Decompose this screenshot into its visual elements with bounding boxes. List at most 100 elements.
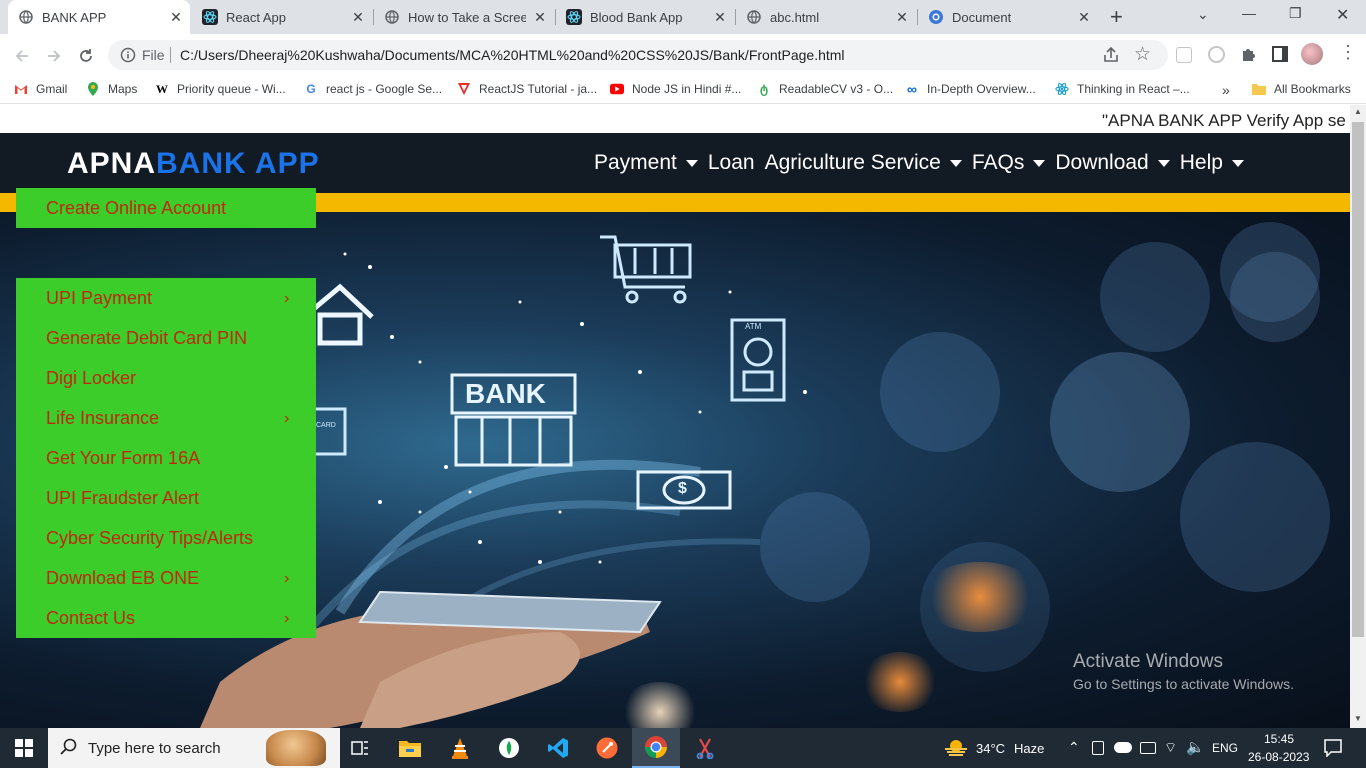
bookmark-node-js-hindi[interactable]: Node JS in Hindi #... bbox=[610, 82, 741, 96]
info-icon[interactable] bbox=[120, 47, 136, 68]
new-tab-button[interactable]: + bbox=[1110, 4, 1123, 30]
back-button[interactable] bbox=[11, 45, 33, 67]
bank-sign-text: BANK bbox=[465, 378, 546, 409]
extension-icon[interactable] bbox=[1176, 47, 1192, 63]
start-button[interactable] bbox=[0, 728, 48, 768]
bookmark-react-google-search[interactable]: Greact js - Google Se... bbox=[304, 82, 442, 96]
scrollbar-thumb[interactable] bbox=[1352, 122, 1364, 637]
nav-loan[interactable]: Loan bbox=[708, 151, 755, 175]
brand-logo[interactable]: APNABANK APP bbox=[67, 147, 320, 181]
brand-part1: APNA bbox=[67, 147, 157, 180]
folder-icon bbox=[1252, 82, 1266, 96]
reload-button[interactable] bbox=[75, 45, 97, 67]
clock-date[interactable]: 26-08-2023 bbox=[1248, 750, 1309, 764]
bookmark-thinking-in-react[interactable]: Thinking in React –... bbox=[1055, 82, 1190, 96]
close-window-button[interactable]: ✕ bbox=[1336, 5, 1349, 25]
scheme-label: File bbox=[142, 47, 165, 63]
all-bookmarks-button[interactable]: All Bookmarks bbox=[1252, 82, 1351, 96]
file-explorer-button[interactable] bbox=[394, 728, 426, 768]
tab-abc-html[interactable]: abc.html ✕ bbox=[736, 0, 916, 34]
clock-time[interactable]: 15:45 bbox=[1264, 732, 1294, 746]
google-icon: G bbox=[306, 82, 316, 96]
vscode-button[interactable] bbox=[542, 728, 574, 768]
chrome-button[interactable] bbox=[632, 728, 680, 768]
windows-logo-icon bbox=[15, 739, 33, 757]
chrome-icon bbox=[645, 736, 667, 758]
close-tab-icon[interactable]: ✕ bbox=[1076, 9, 1092, 26]
readablecv-icon: ტ bbox=[760, 82, 768, 96]
onedrive-cloud-icon[interactable] bbox=[1114, 742, 1132, 753]
close-tab-icon[interactable]: ✕ bbox=[532, 9, 548, 26]
close-tab-icon[interactable]: ✕ bbox=[712, 9, 728, 26]
bookmark-gmail[interactable]: Gmail bbox=[14, 82, 67, 96]
weather-description[interactable]: Haze bbox=[1014, 741, 1044, 756]
nav-download[interactable]: Download bbox=[1055, 151, 1170, 175]
nav-faqs[interactable]: FAQs bbox=[972, 151, 1046, 175]
bookmark-maps[interactable]: Maps bbox=[86, 82, 137, 96]
snipping-tool-icon bbox=[696, 738, 714, 759]
close-tab-icon[interactable]: ✕ bbox=[350, 9, 366, 26]
language-indicator[interactable]: ENG bbox=[1212, 741, 1238, 755]
extensions-puzzle-icon[interactable] bbox=[1240, 45, 1258, 68]
nav-payment[interactable]: Payment bbox=[594, 151, 698, 175]
vscode-icon bbox=[548, 738, 568, 758]
postman-button[interactable] bbox=[591, 728, 623, 768]
bookmark-star-icon[interactable]: ☆ bbox=[1134, 43, 1151, 66]
tab-title: How to Take a Screens bbox=[408, 9, 526, 25]
maximize-button[interactable]: ❐ bbox=[1289, 5, 1302, 22]
globe-icon bbox=[384, 9, 400, 25]
bookmarks-bar: Gmail Maps W Priority queue - Wi... Greac… bbox=[0, 76, 1366, 104]
weather-haze-icon[interactable] bbox=[944, 739, 968, 762]
minimize-button[interactable]: — bbox=[1242, 5, 1256, 21]
create-online-account-link[interactable]: Create Online Account bbox=[46, 198, 226, 219]
battery-icon[interactable] bbox=[1140, 742, 1156, 754]
kebab-menu-icon[interactable]: ⋮ bbox=[1339, 42, 1357, 63]
url-text[interactable]: C:/Users/Dheeraj%20Kushwaha/Documents/MC… bbox=[180, 47, 845, 63]
globe-icon bbox=[18, 9, 34, 25]
browser-tab-strip: BANK APP ✕ React App ✕ How to Take a Scr… bbox=[0, 0, 1366, 34]
bookmark-reactjs-tutorial[interactable]: ReactJS Tutorial - ja... bbox=[457, 82, 597, 96]
bookmarks-overflow-button[interactable]: » bbox=[1222, 82, 1230, 98]
search-placeholder: Type here to search bbox=[88, 740, 221, 757]
wifi-icon[interactable]: ⌔ bbox=[1164, 739, 1177, 757]
scroll-down-arrow-icon[interactable]: ▼ bbox=[1354, 714, 1362, 723]
close-tab-icon[interactable]: ✕ bbox=[168, 9, 184, 26]
device-icon[interactable] bbox=[1092, 741, 1104, 755]
profile-avatar[interactable] bbox=[1301, 43, 1323, 65]
side-panel-icon[interactable] bbox=[1272, 46, 1288, 62]
tab-search-icon[interactable]: ⌄ bbox=[1197, 6, 1209, 23]
bookmark-readablecv[interactable]: ტ ReadableCV v3 - O... bbox=[757, 82, 893, 96]
address-bar[interactable]: File C:/Users/Dheeraj%20Kushwaha/Documen… bbox=[108, 40, 1168, 70]
close-tab-icon[interactable]: ✕ bbox=[894, 9, 910, 26]
volume-icon[interactable]: 🔈 bbox=[1186, 738, 1205, 756]
vlc-button[interactable] bbox=[444, 728, 476, 768]
show-hidden-icons-chevron-icon[interactable]: ⌃ bbox=[1068, 739, 1080, 756]
forward-button[interactable] bbox=[43, 45, 65, 67]
caret-down-icon bbox=[685, 159, 698, 167]
weather-temperature[interactable]: 34°C bbox=[976, 741, 1005, 756]
mongodb-compass-button[interactable] bbox=[493, 728, 525, 768]
tab-react-app[interactable]: React App ✕ bbox=[192, 0, 372, 34]
tab-document[interactable]: Document ✕ bbox=[918, 0, 1098, 34]
notifications-icon[interactable] bbox=[1324, 739, 1342, 762]
nav-agriculture-service[interactable]: Agriculture Service bbox=[765, 151, 962, 175]
bookmark-priority-queue[interactable]: W Priority queue - Wi... bbox=[155, 82, 286, 97]
tab-bank-app[interactable]: BANK APP ✕ bbox=[8, 0, 190, 34]
react-icon bbox=[202, 9, 218, 25]
task-view-button[interactable] bbox=[344, 728, 376, 768]
task-view-icon bbox=[351, 741, 368, 755]
nav-help[interactable]: Help bbox=[1180, 151, 1244, 175]
bookmark-in-depth-overview[interactable]: ∞ In-Depth Overview... bbox=[905, 81, 1036, 97]
tab-title: abc.html bbox=[770, 9, 820, 25]
snipping-tool-button[interactable] bbox=[689, 728, 721, 768]
scroll-up-arrow-icon[interactable]: ▲ bbox=[1354, 107, 1362, 116]
share-icon[interactable] bbox=[1102, 46, 1120, 69]
caret-down-icon bbox=[1231, 159, 1244, 167]
extension-icon[interactable] bbox=[1208, 46, 1225, 63]
tab-screenshot-article[interactable]: How to Take a Screens ✕ bbox=[374, 0, 554, 34]
tab-blood-bank-app[interactable]: Blood Bank App ✕ bbox=[556, 0, 734, 34]
javatpoint-icon bbox=[457, 82, 471, 96]
mongodb-icon bbox=[499, 738, 519, 758]
taskbar-search-box[interactable]: Type here to search bbox=[48, 728, 340, 768]
marquee-text: "APNA BANK APP Verify App se bbox=[1102, 111, 1346, 130]
